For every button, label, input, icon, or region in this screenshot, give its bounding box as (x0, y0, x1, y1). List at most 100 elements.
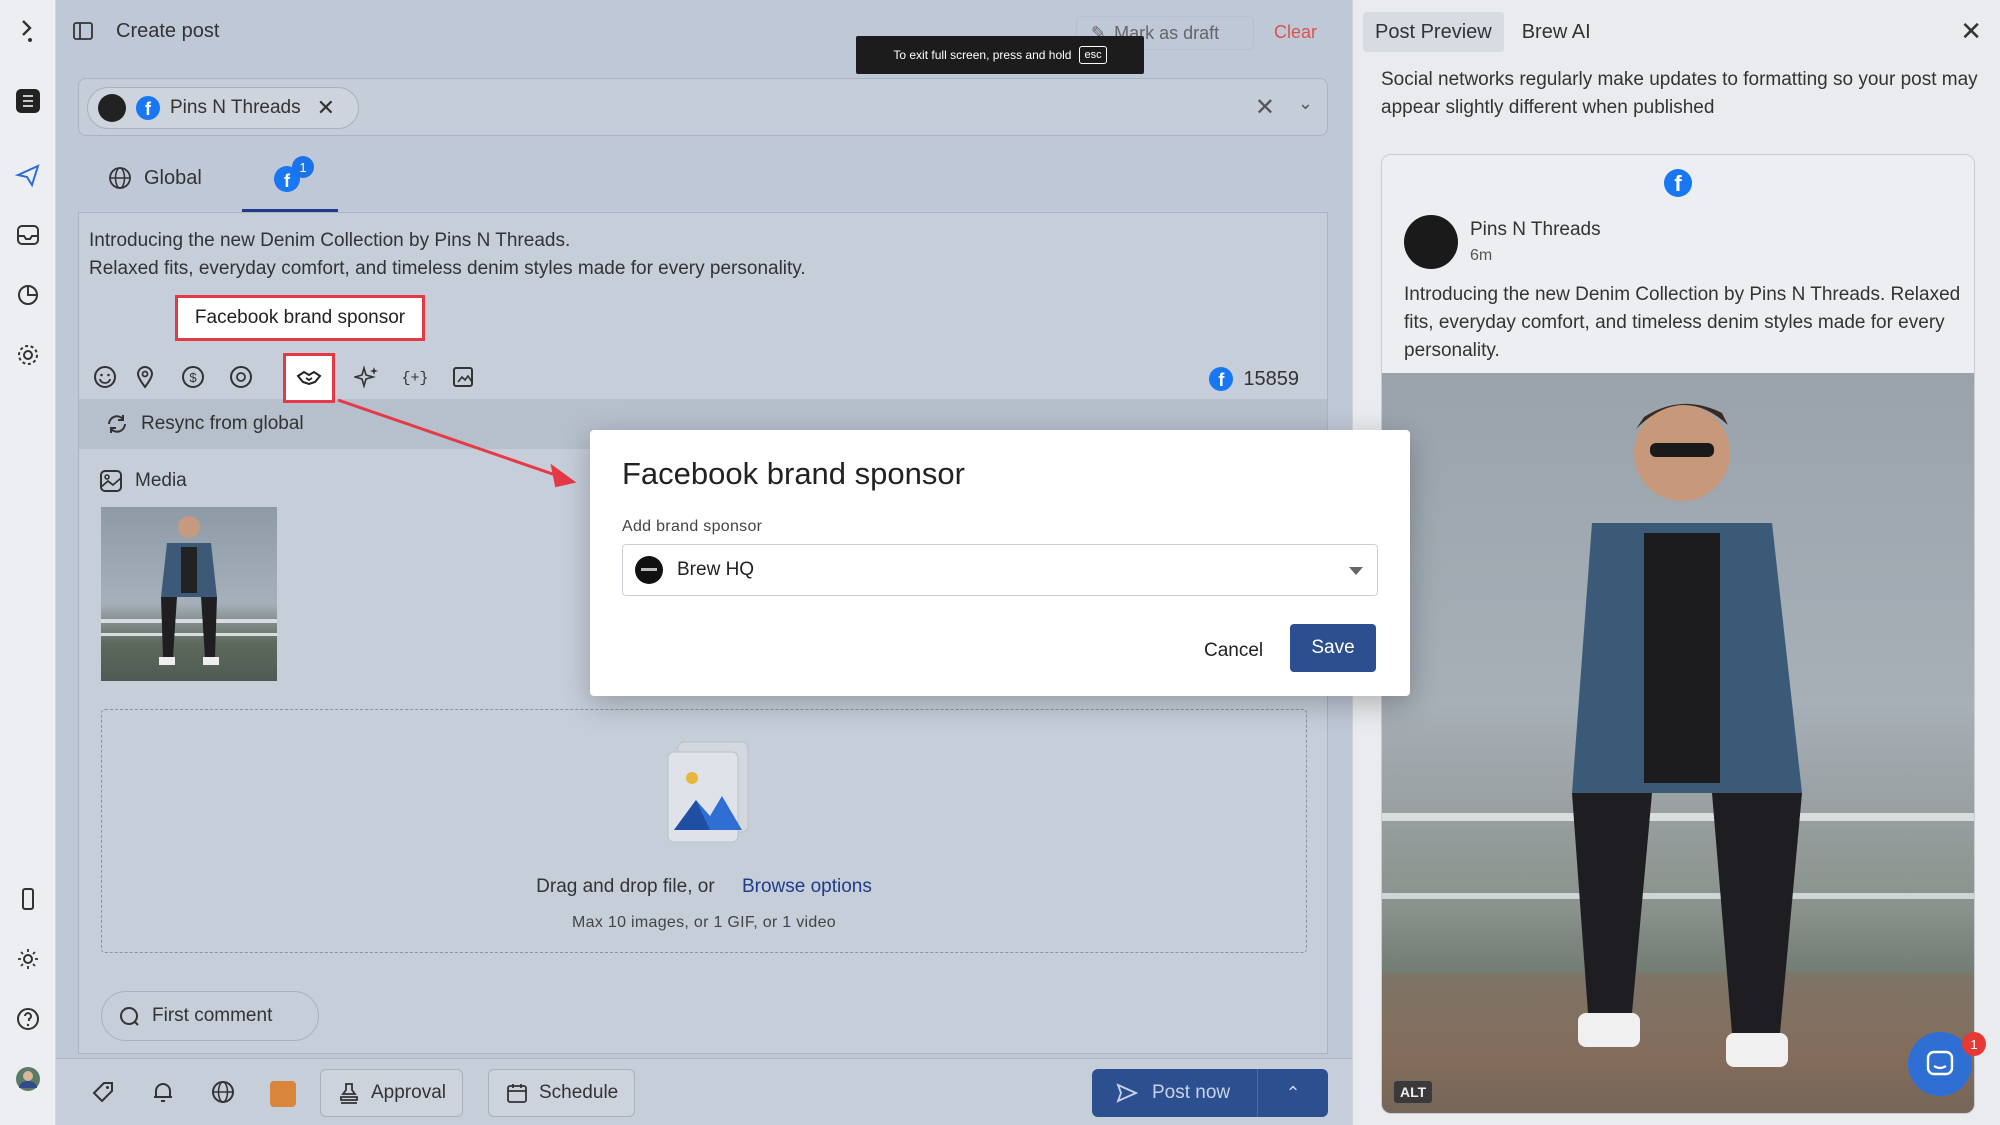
facebook-icon: f (136, 96, 160, 120)
settings-gear-icon[interactable] (13, 340, 43, 370)
brand-sponsor-select[interactable]: Brew HQ (622, 544, 1378, 596)
preview-note: Social networks regularly make updates t… (1381, 69, 1978, 118)
denim-model-image (101, 516, 277, 665)
account-selector[interactable]: f Pins N Threads ✕ ✕ ⌄ (78, 78, 1328, 136)
approval-button[interactable]: Approval (320, 1069, 463, 1117)
browse-options-link[interactable]: Browse options (742, 876, 872, 897)
tab-facebook-badge: 1 (292, 156, 314, 178)
clear-button[interactable]: Clear (1274, 22, 1317, 43)
comment-icon (120, 1007, 139, 1026)
close-icon[interactable]: ✕ (1960, 16, 1982, 47)
chevron-up-icon[interactable]: ⌃ (1258, 1083, 1328, 1104)
bell-icon[interactable] (150, 1079, 178, 1107)
editor-toolbar: $ {+} f 15859 (89, 353, 1319, 403)
media-section-title: Media (99, 469, 187, 493)
user-avatar-icon[interactable] (13, 1064, 43, 1094)
ai-sparkle-icon[interactable] (351, 361, 383, 393)
post-text-line: Relaxed fits, everyday comfort, and time… (89, 258, 806, 279)
brand-sponsor-tooltip: Facebook brand sponsor (175, 295, 425, 341)
inbox-icon[interactable] (13, 220, 43, 250)
help-icon[interactable] (13, 1004, 43, 1034)
globe-icon (109, 167, 131, 189)
schedule-label: Schedule (539, 1082, 619, 1103)
account-chip-label: Pins N Threads (170, 97, 301, 118)
denim-model-photo (1382, 403, 1974, 1113)
media-label: Media (135, 470, 187, 491)
dropzone-text: Drag and drop file, or Browse options (102, 876, 1306, 898)
tab-facebook[interactable]: f 1 (242, 152, 338, 212)
sponsor-avatar (635, 556, 663, 584)
post-text-line: Introducing the new Denim Collection by … (89, 230, 571, 251)
upload-illustration-icon (667, 741, 749, 843)
facebook-icon: f (1209, 367, 1234, 391)
emoji-icon[interactable] (89, 361, 121, 393)
app-logo-icon[interactable] (13, 16, 43, 46)
schedule-button[interactable]: Schedule (488, 1069, 636, 1117)
character-count-value: 15859 (1243, 367, 1299, 390)
account-avatar (1404, 215, 1458, 269)
image-icon (100, 470, 122, 492)
stamp-icon (340, 1083, 358, 1104)
preview-tabs: Post Preview Brew AI (1363, 12, 1603, 52)
location-pin-icon[interactable] (129, 361, 161, 393)
globe-icon[interactable] (210, 1079, 238, 1107)
calendar-icon (507, 1084, 527, 1103)
handshake-icon (296, 370, 322, 386)
remove-account-icon[interactable]: ✕ (317, 95, 335, 121)
page-title: Create post (116, 20, 220, 42)
post-text-area[interactable]: Introducing the new Denim Collection by … (89, 227, 1189, 283)
media-thumbnail[interactable] (101, 507, 277, 681)
alt-badge: ALT (1394, 1081, 1433, 1103)
preview-post-text: Introducing the new Denim Collection by … (1404, 284, 1961, 361)
facebook-icon: f (1664, 169, 1692, 197)
brand-sponsor-selected: Brew HQ (677, 559, 755, 580)
variables-icon[interactable]: {+} (399, 361, 431, 393)
first-comment-label: First comment (152, 1005, 273, 1026)
character-count: f 15859 (1209, 367, 1299, 391)
color-label-swatch[interactable] (270, 1081, 296, 1107)
sync-icon (108, 415, 126, 433)
esc-key: esc (1079, 46, 1107, 64)
left-rail (0, 0, 56, 1125)
media-dropzone[interactable]: Drag and drop file, or Browse options Ma… (101, 709, 1307, 953)
svg-text:{+}: {+} (402, 370, 428, 387)
brand-sponsor-button[interactable] (283, 353, 335, 403)
brand-sponsor-modal: Facebook brand sponsor Add brand sponsor… (590, 430, 1410, 696)
cancel-button[interactable]: Cancel (1204, 640, 1263, 662)
tab-post-preview[interactable]: Post Preview (1363, 12, 1504, 52)
tag-icon[interactable] (90, 1079, 118, 1107)
fullscreen-toast-text: To exit full screen, press and hold (893, 48, 1072, 62)
post-now-main[interactable]: Post now (1092, 1069, 1258, 1117)
workspace-avatar-icon[interactable] (13, 86, 43, 116)
send-icon[interactable] (13, 160, 43, 190)
preview-timestamp: 6m (1470, 247, 1493, 264)
mention-icon[interactable] (225, 361, 257, 393)
svg-text:$: $ (189, 370, 197, 385)
first-comment-button[interactable]: First comment (101, 991, 319, 1041)
clear-accounts-icon[interactable]: ✕ (1255, 93, 1275, 122)
preview-account-name: Pins N Threads (1470, 219, 1601, 240)
tab-brew-ai[interactable]: Brew AI (1510, 12, 1603, 52)
modal-title: Facebook brand sponsor (622, 456, 965, 491)
dollar-icon[interactable]: $ (177, 361, 209, 393)
send-icon (1116, 1083, 1138, 1103)
post-now-button[interactable]: Post now ⌃ (1092, 1069, 1328, 1117)
panel-toggle-icon[interactable] (72, 20, 94, 42)
approval-label: Approval (371, 1082, 446, 1103)
save-button[interactable]: Save (1290, 624, 1376, 672)
chat-icon (1926, 1050, 1954, 1076)
dropzone-limits: Max 10 images, or 1 GIF, or 1 video (572, 914, 836, 931)
theme-sun-icon[interactable] (13, 944, 43, 974)
tab-global[interactable]: Global (108, 166, 202, 190)
account-chip[interactable]: f Pins N Threads ✕ (87, 87, 359, 129)
post-now-label: Post now (1152, 1082, 1231, 1103)
resync-label: Resync from global (141, 413, 304, 434)
media-library-icon[interactable] (447, 361, 479, 393)
analytics-icon[interactable] (13, 280, 43, 310)
network-tabs: Global f 1 (78, 152, 1328, 212)
chevron-down-icon[interactable]: ⌄ (1298, 93, 1313, 114)
preview-image: ALT (1382, 373, 1974, 1113)
tab-global-label: Global (144, 166, 202, 189)
mobile-icon[interactable] (13, 884, 43, 914)
preview-panel: Post Preview Brew AI ✕ Social networks r… (1352, 0, 2000, 1125)
